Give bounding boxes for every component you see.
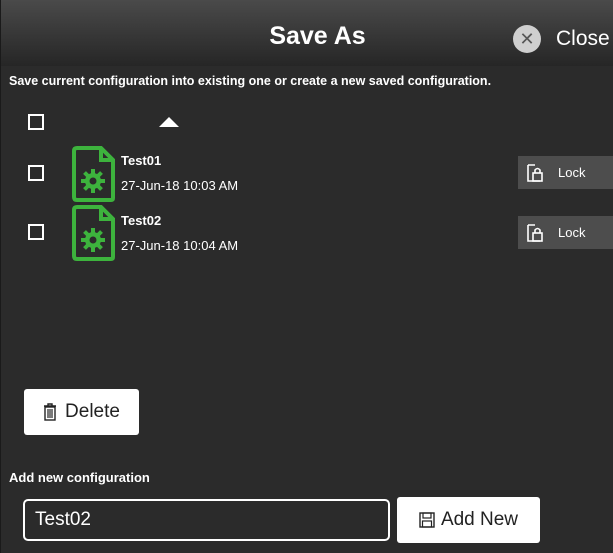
settings-file-icon: [72, 146, 115, 202]
list-item[interactable]: Test01 27-Jun-18 10:03 AM Lock: [1, 146, 613, 202]
lock-label: Lock: [558, 225, 586, 240]
select-all-checkbox[interactable]: [28, 114, 44, 130]
configuration-date: 27-Jun-18 10:04 AM: [121, 238, 239, 253]
floppy-disk-icon: [419, 512, 435, 528]
configuration-name: Test01: [121, 153, 162, 168]
configuration-name-input[interactable]: [23, 499, 390, 541]
title-bar: Save As ✕ Close: [1, 0, 613, 66]
delete-button[interactable]: Delete: [24, 389, 139, 435]
delete-label: Delete: [65, 401, 120, 422]
lock-button[interactable]: Lock: [518, 216, 613, 249]
add-new-section-label: Add new configuration: [9, 470, 150, 485]
close-icon: ✕: [513, 25, 541, 53]
trash-icon: [44, 403, 57, 421]
instruction-text: Save current configuration into existing…: [9, 74, 492, 88]
configuration-date: 27-Jun-18 10:03 AM: [121, 178, 239, 193]
lock-icon: [527, 163, 543, 182]
close-label: Close: [556, 27, 610, 50]
row-checkbox[interactable]: [28, 165, 44, 181]
add-new-label: Add New: [440, 509, 519, 530]
list-item[interactable]: Test02 27-Jun-18 10:04 AM Lock: [1, 205, 613, 261]
lock-label: Lock: [558, 165, 586, 180]
save-as-dialog: Save As ✕ Close Save current configurati…: [0, 0, 613, 553]
lock-icon: [527, 223, 543, 242]
settings-file-icon: [72, 205, 115, 261]
lock-button[interactable]: Lock: [518, 156, 613, 189]
add-new-button[interactable]: Add New: [397, 497, 540, 543]
close-button[interactable]: ✕ Close: [513, 24, 610, 54]
configuration-name: Test02: [121, 213, 162, 228]
sort-ascending-icon[interactable]: [159, 117, 179, 127]
row-checkbox[interactable]: [28, 224, 44, 240]
